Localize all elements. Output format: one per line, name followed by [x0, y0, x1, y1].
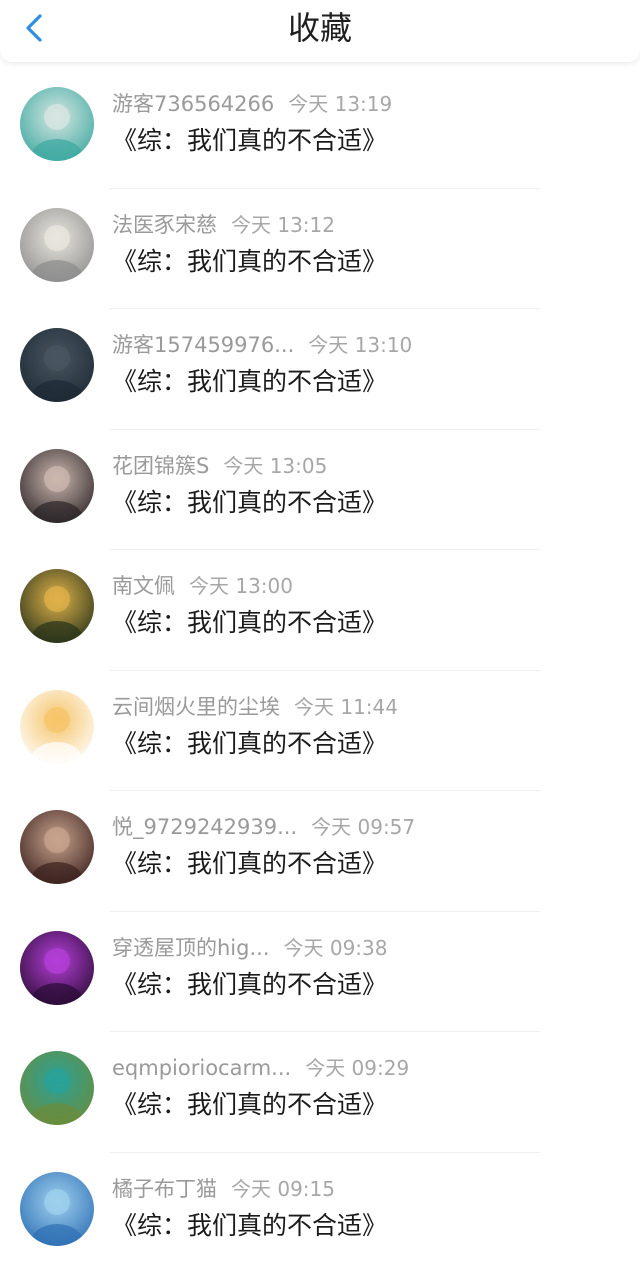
avatar[interactable] — [20, 1051, 94, 1125]
username[interactable]: 橘子布丁猫 — [112, 1177, 217, 1201]
list-item[interactable]: 游客157459976... 今天 13:10 《综：我们真的不合适》 — [0, 309, 640, 430]
list-item[interactable]: 悦_9729242939... 今天 09:57 《综：我们真的不合适》 — [0, 791, 640, 912]
avatar-image — [20, 328, 94, 402]
avatar[interactable] — [20, 448, 94, 523]
item-meta: 悦_9729242939... 今天 09:57 — [112, 811, 415, 843]
avatar-image — [20, 448, 94, 523]
page-title: 收藏 — [287, 9, 352, 47]
timestamp: 今天 13:00 — [189, 574, 293, 598]
avatar-image — [20, 1051, 94, 1125]
username[interactable]: 游客157459976... — [112, 333, 294, 357]
avatar[interactable] — [20, 810, 94, 884]
top-bar: 收藏 — [0, 0, 640, 62]
avatar[interactable] — [20, 930, 94, 1005]
timestamp: 今天 09:57 — [311, 815, 416, 839]
item-meta: 游客736564266 今天 13:19 — [112, 88, 392, 120]
book-title[interactable]: 《综：我们真的不合适》 — [112, 486, 387, 520]
username[interactable]: 云间烟火里的尘埃 — [112, 695, 280, 719]
avatar-image — [20, 1171, 94, 1246]
timestamp: 今天 13:10 — [308, 333, 413, 357]
book-title[interactable]: 《综：我们真的不合适》 — [112, 1209, 387, 1243]
username[interactable]: 悦_9729242939... — [112, 815, 297, 839]
avatar[interactable] — [20, 87, 94, 161]
book-title[interactable]: 《综：我们真的不合适》 — [112, 245, 387, 279]
avatar-image — [20, 930, 94, 1005]
timestamp: 今天 09:38 — [283, 935, 388, 960]
book-title[interactable]: 《综：我们真的不合适》 — [112, 1088, 387, 1122]
avatar-image — [20, 87, 94, 161]
timestamp: 今天 09:29 — [305, 1056, 410, 1080]
timestamp: 今天 09:15 — [231, 1176, 335, 1201]
book-title[interactable]: 《综：我们真的不合适》 — [112, 727, 387, 761]
avatar[interactable] — [20, 207, 94, 282]
avatar[interactable] — [20, 1171, 94, 1246]
avatar[interactable] — [20, 328, 94, 402]
username[interactable]: 穿透屋顶的hig... — [112, 936, 270, 960]
list-item[interactable]: 南文佩 今天 13:00 《综：我们真的不合适》 — [0, 550, 640, 671]
book-title[interactable]: 《综：我们真的不合适》 — [112, 124, 387, 158]
avatar-image — [20, 207, 94, 282]
item-meta: 南文佩 今天 13:00 — [112, 570, 293, 602]
list-item[interactable]: 橘子布丁猫 今天 09:15 《综：我们真的不合适》 — [0, 1153, 640, 1270]
timestamp: 今天 13:12 — [231, 212, 335, 237]
timestamp: 今天 13:19 — [288, 92, 393, 116]
item-meta: eqmpioriocarm... 今天 09:29 — [112, 1052, 409, 1084]
item-meta: 花团锦簇S 今天 13:05 — [112, 450, 327, 482]
username[interactable]: 花团锦簇S — [112, 454, 209, 478]
list-item[interactable]: 法医豕宋慈 今天 13:12 《综：我们真的不合适》 — [0, 189, 640, 309]
favorites-screen: 收藏 游客736564266 今天 13:19 《综：我们真的不合适》 法医豕宋慈 今天… — [0, 0, 640, 1270]
username[interactable]: 法医豕宋慈 — [112, 213, 217, 237]
list-item[interactable]: 花团锦簇S 今天 13:05 《综：我们真的不合适》 — [0, 430, 640, 550]
list-item[interactable]: eqmpioriocarm... 今天 09:29 《综：我们真的不合适》 — [0, 1032, 640, 1153]
item-meta: 云间烟火里的尘埃 今天 11:44 — [112, 691, 398, 723]
favorites-list: 游客736564266 今天 13:19 《综：我们真的不合适》 法医豕宋慈 今天 13… — [0, 68, 640, 1270]
avatar-image — [20, 569, 94, 643]
list-item[interactable]: 游客736564266 今天 13:19 《综：我们真的不合适》 — [0, 68, 640, 189]
username[interactable]: eqmpioriocarm... — [112, 1056, 291, 1080]
timestamp: 今天 13:05 — [223, 453, 328, 478]
item-meta: 游客157459976... 今天 13:10 — [112, 329, 412, 361]
avatar[interactable] — [20, 569, 94, 643]
book-title[interactable]: 《综：我们真的不合适》 — [112, 968, 387, 1002]
item-meta: 穿透屋顶的hig... 今天 09:38 — [112, 932, 388, 964]
username[interactable]: 南文佩 — [112, 574, 175, 598]
timestamp: 今天 11:44 — [294, 694, 398, 719]
list-item[interactable]: 穿透屋顶的hig... 今天 09:38 《综：我们真的不合适》 — [0, 912, 640, 1032]
username[interactable]: 游客736564266 — [112, 92, 274, 116]
book-title[interactable]: 《综：我们真的不合适》 — [112, 365, 387, 399]
avatar-image — [20, 689, 94, 764]
book-title[interactable]: 《综：我们真的不合适》 — [112, 606, 387, 640]
book-title[interactable]: 《综：我们真的不合适》 — [112, 847, 387, 881]
item-meta: 橘子布丁猫 今天 09:15 — [112, 1173, 335, 1205]
avatar-image — [20, 810, 94, 884]
list-item[interactable]: 云间烟火里的尘埃 今天 11:44 《综：我们真的不合适》 — [0, 671, 640, 791]
item-meta: 法医豕宋慈 今天 13:12 — [112, 209, 335, 241]
avatar[interactable] — [20, 689, 94, 764]
